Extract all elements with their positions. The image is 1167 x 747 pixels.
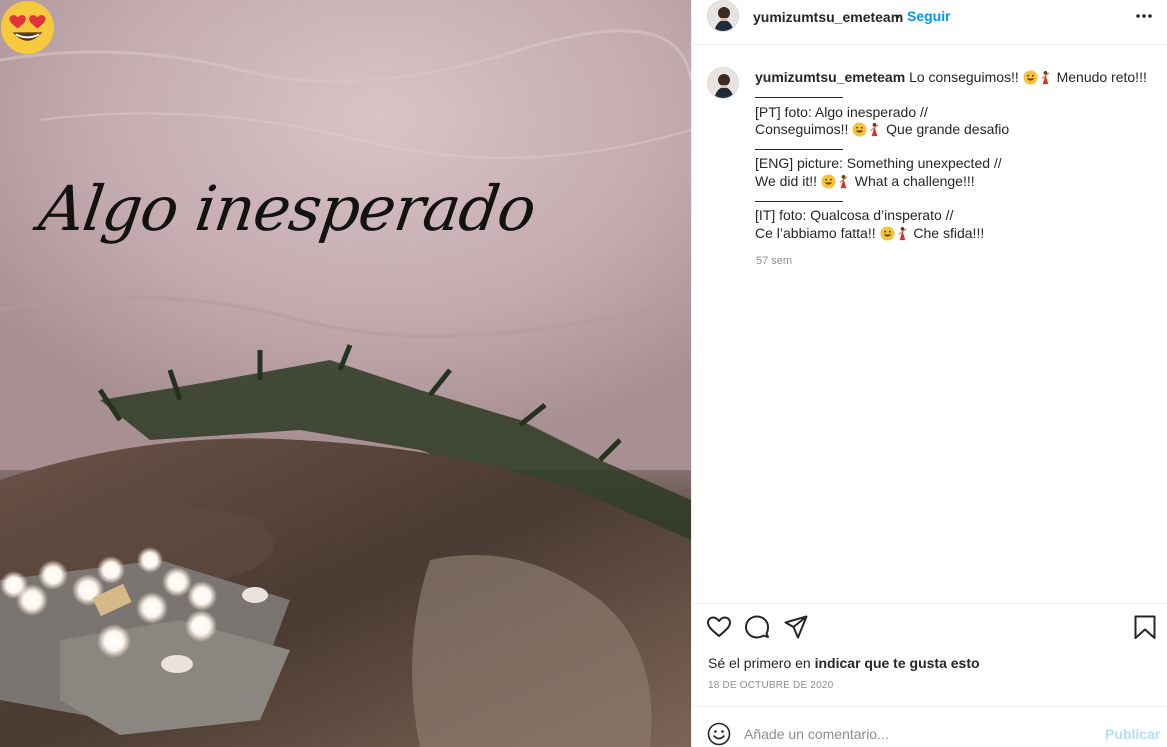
comment-icon[interactable] — [744, 614, 770, 640]
grinning-face-emoji-icon — [879, 226, 895, 241]
caption-text: Lo conseguimos!! — [909, 69, 1019, 85]
caption-line: Conseguimos!! Que grande desafio — [755, 121, 1155, 138]
heart-icon[interactable] — [706, 614, 732, 640]
heart-eyes-emoji-icon — [0, 0, 55, 55]
separator-dot: • — [895, 8, 900, 24]
caption-avatar[interactable] — [707, 67, 739, 99]
grinning-face-emoji-icon — [821, 174, 836, 189]
caption-line: [ENG] picture: Something unexpected // — [755, 155, 1002, 172]
profile-photo-icon — [708, 1, 738, 31]
like-this-link[interactable]: indicar que te gusta esto — [815, 655, 980, 671]
post-header: yumizumtsu_emeteam • Seguir — [692, 0, 1167, 45]
bookmark-icon[interactable] — [1132, 614, 1158, 640]
avatar[interactable] — [707, 0, 739, 32]
caption-text: Menudo reto!!! — [1056, 69, 1147, 85]
caption-line: We did it!! What a challenge!!! — [755, 173, 1155, 190]
grinning-face-emoji-icon — [1023, 70, 1038, 85]
caption-text: We did it!! — [755, 172, 817, 189]
caption-timestamp[interactable]: 57 sem — [756, 255, 792, 267]
caption-divider — [755, 138, 1155, 155]
more-options-icon[interactable] — [1134, 8, 1154, 24]
likes-summary: Sé el primero en indicar que te gusta es… — [708, 655, 980, 671]
caption-divider — [755, 86, 1155, 103]
caption-line: yumizumtsu_emeteam Lo conseguimos!! Menu… — [755, 69, 1155, 86]
smiley-icon[interactable] — [707, 722, 731, 746]
post-photo[interactable]: Algo inesperado — [0, 0, 691, 747]
grinning-face-emoji-icon — [852, 122, 867, 137]
caption-username[interactable]: yumizumtsu_emeteam — [755, 69, 905, 85]
likes-prefix: Sé el primero en — [708, 655, 815, 671]
photo-scene — [0, 0, 691, 747]
share-icon[interactable] — [783, 614, 809, 640]
post-date[interactable]: 18 DE OCTUBRE DE 2020 — [708, 680, 833, 691]
profile-photo-icon — [708, 68, 738, 98]
publish-button[interactable]: Publicar — [1105, 726, 1160, 742]
caption-line: [PT] foto: Algo inesperado // — [755, 103, 928, 120]
follow-button[interactable]: Seguir — [907, 8, 951, 24]
dancer-emoji-icon — [897, 226, 907, 240]
caption-text: What a challenge!!! — [854, 172, 975, 189]
caption-text: Che sfida!!! — [913, 224, 985, 241]
header-username[interactable]: yumizumtsu_emeteam — [753, 9, 903, 25]
actions-bar — [692, 603, 1167, 604]
post-sidebar: yumizumtsu_emeteam • Seguir yumizumtsu_e… — [691, 0, 1167, 747]
dancer-emoji-icon — [839, 174, 848, 188]
dancer-emoji-icon — [870, 122, 879, 136]
comment-input[interactable] — [744, 723, 1084, 745]
caption-text: Ce l’abbiamo fatta!! — [755, 224, 876, 241]
post-caption: yumizumtsu_emeteam Lo conseguimos!! Menu… — [755, 69, 1155, 242]
caption-text: Conseguimos!! — [755, 120, 849, 137]
comment-bar: Publicar — [692, 706, 1167, 747]
caption-divider — [755, 190, 1155, 207]
photo-overlay-text: Algo inesperado — [34, 172, 540, 245]
caption-line: [IT] foto: Qualcosa d’insperato // — [755, 207, 954, 224]
caption-line: Ce l’abbiamo fatta!! Che sfida!!! — [755, 225, 1155, 242]
dancer-emoji-icon — [1041, 70, 1050, 85]
caption-text: Que grande desafio — [886, 120, 1010, 137]
